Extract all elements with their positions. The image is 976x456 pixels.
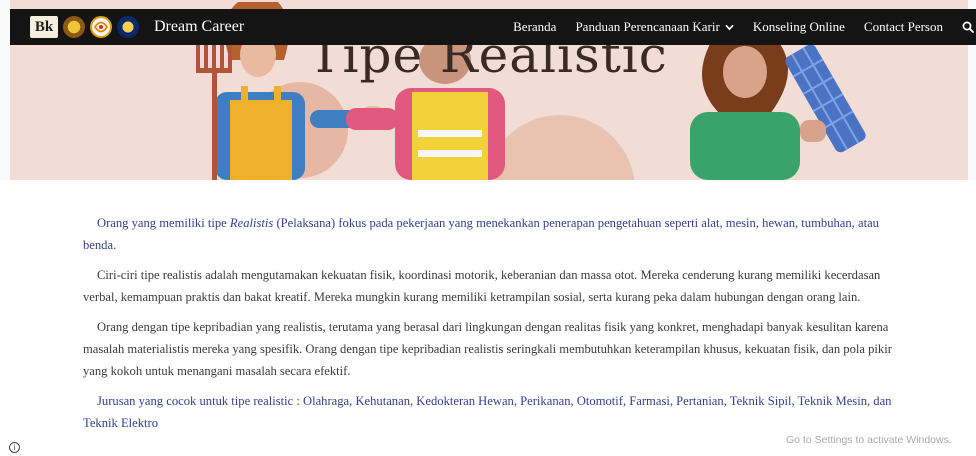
menu-item-konseling[interactable]: Konseling Online <box>753 19 845 35</box>
bk-logo[interactable]: Bk <box>30 16 58 38</box>
paragraph-text: Orang yang memiliki tipe <box>97 216 230 230</box>
university-logo[interactable] <box>63 16 85 38</box>
menu-item-beranda[interactable]: Beranda <box>513 19 556 35</box>
chevron-down-icon <box>725 24 734 30</box>
program-logo-icon <box>93 21 109 33</box>
menu-item-contact[interactable]: Contact Person <box>864 19 943 35</box>
info-icon[interactable]: i <box>9 442 20 453</box>
menu-item-label: Contact Person <box>863 19 943 34</box>
faculty-logo[interactable] <box>117 16 139 38</box>
menu-item-label: Konseling Online <box>752 19 845 34</box>
main-menu: Beranda Panduan Perencanaan Karir Konsel… <box>513 9 976 45</box>
logo-group: Bk <box>30 16 139 38</box>
emphasis-realistis: Realistis <box>229 216 274 230</box>
article-body: Orang yang memiliki tipe Realistis (Pela… <box>83 212 913 442</box>
menu-item-label: Panduan Perencanaan Karir <box>575 19 720 34</box>
paragraph-characteristics: Ciri-ciri tipe realistis adalah mengutam… <box>83 268 881 304</box>
menu-item-label: Beranda <box>513 19 557 34</box>
brand-name[interactable]: Dream Career <box>154 18 244 36</box>
paragraph-challenges: Orang dengan tipe kepribadian yang reali… <box>83 320 892 378</box>
windows-activation-watermark: Go to Settings to activate Windows. <box>786 433 952 447</box>
menu-item-panduan[interactable]: Panduan Perencanaan Karir <box>575 19 734 35</box>
search-icon <box>962 21 974 33</box>
top-navbar: Bk Dream Career Beranda Panduan Perencan… <box>10 9 976 45</box>
program-logo[interactable] <box>90 16 112 38</box>
watermark-subtitle: Go to Settings to activate Windows. <box>786 434 952 446</box>
search-button[interactable] <box>962 21 974 33</box>
paragraph-majors: Jurusan yang cocok untuk tipe realistic … <box>83 394 892 430</box>
paragraph-intro: Orang yang memiliki tipe Realistis (Pela… <box>83 212 913 256</box>
